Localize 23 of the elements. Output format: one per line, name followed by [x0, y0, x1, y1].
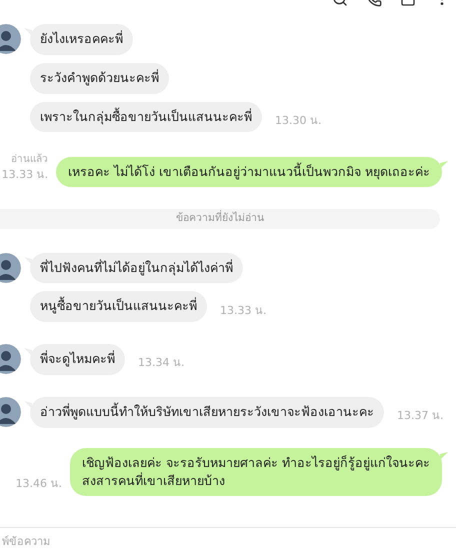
message-bubble: เพราะในกลุ่มซื้อขายวันเป็นแสนนะคะพี่: [30, 102, 262, 132]
message-time: 13.37 น.: [397, 408, 444, 424]
bubble-tail: [440, 160, 448, 169]
message-time: 13.34 น.: [138, 355, 184, 372]
message-time: 13.33 น.: [2, 167, 48, 184]
avatar[interactable]: [0, 396, 21, 427]
message-input[interactable]: พ์ข้อความ: [0, 534, 456, 551]
message-bubble: ยังไงเหรอคคะพี่: [30, 24, 133, 55]
message-bubble: เหรอคะ ไม่ได้โง่ เขาเตือนกันอยู่ว่ามาแนวนี้เป็นพวกมิจ หยุดเถอะค่ะ: [56, 156, 442, 187]
avatar[interactable]: [0, 24, 21, 54]
message-bubble: พี่ไปฟังคนที่ไม่ได้อยู่ในกลุ่มได้ไงค่าพี่: [30, 252, 243, 284]
message-bubble: เชิญฟ้องเลยค่ะ จะรอรับหมายศาลค่ะ ทำอะไรอยู่ก็รู้อยู่แก่ใจนะคะ สงสารคนที่เขาเสียหายบ้าง: [70, 448, 442, 496]
message-bubble: ระวังคำพูดด้วยนะคะพี่: [30, 62, 169, 94]
message-time: 13.30 น.: [275, 112, 322, 129]
read-receipt: อ่านแล้ว: [11, 152, 48, 168]
message-time: 13.33 น.: [220, 302, 266, 318]
message-time: 13.46 น.: [16, 476, 62, 492]
message-bubble: พี่จะดูไหมคะพี่: [30, 344, 125, 375]
message-bubble: หนูซื้อขายวันเป็นแสนนะคะพี่: [30, 291, 207, 322]
avatar[interactable]: [0, 344, 21, 374]
message-bubble: อ่าวพี่พูดแบบนี้ทำให้บริษัทเขาเสียหายระวังเขาจะฟ้องเอานะคะ: [30, 396, 384, 428]
bubble-tail: [440, 452, 448, 460]
avatar[interactable]: [0, 252, 21, 282]
